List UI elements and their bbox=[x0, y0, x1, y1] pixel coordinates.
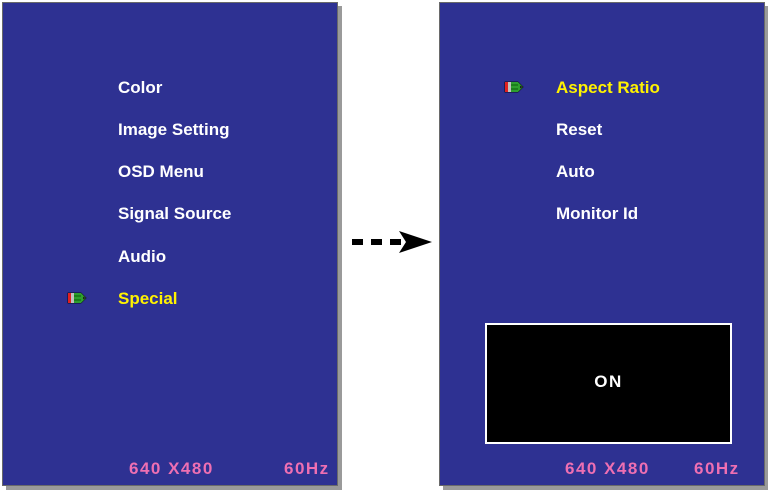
menu-item-aspect-ratio[interactable]: Aspect Ratio bbox=[556, 78, 660, 98]
pencil-icon bbox=[504, 81, 524, 93]
special-submenu-panel: Aspect Ratio Reset Auto Monitor Id ON 64… bbox=[439, 2, 765, 486]
menu-item-image-setting[interactable]: Image Setting bbox=[118, 120, 229, 140]
setting-value: ON bbox=[594, 372, 623, 391]
menu-item-monitor-id[interactable]: Monitor Id bbox=[556, 204, 638, 224]
menu-item-osd-menu[interactable]: OSD Menu bbox=[118, 162, 204, 182]
refresh-rate-readout: 60Hz bbox=[694, 459, 740, 478]
menu-item-audio[interactable]: Audio bbox=[118, 247, 166, 267]
setting-value-box[interactable]: ON bbox=[485, 323, 732, 444]
dashed-arrow-right-icon bbox=[352, 231, 432, 253]
resolution-readout: 640 X480 bbox=[565, 459, 650, 478]
menu-item-reset[interactable]: Reset bbox=[556, 120, 602, 140]
menu-item-color[interactable]: Color bbox=[118, 78, 162, 98]
menu-item-special[interactable]: Special bbox=[118, 289, 178, 309]
resolution-readout: 640 X480 bbox=[129, 459, 214, 478]
main-osd-menu-panel: Color Image Setting OSD Menu Signal Sour… bbox=[2, 2, 338, 486]
refresh-rate-readout: 60Hz bbox=[284, 459, 330, 478]
menu-item-signal-source[interactable]: Signal Source bbox=[118, 204, 231, 224]
menu-item-auto[interactable]: Auto bbox=[556, 162, 595, 182]
pencil-icon bbox=[67, 292, 87, 304]
